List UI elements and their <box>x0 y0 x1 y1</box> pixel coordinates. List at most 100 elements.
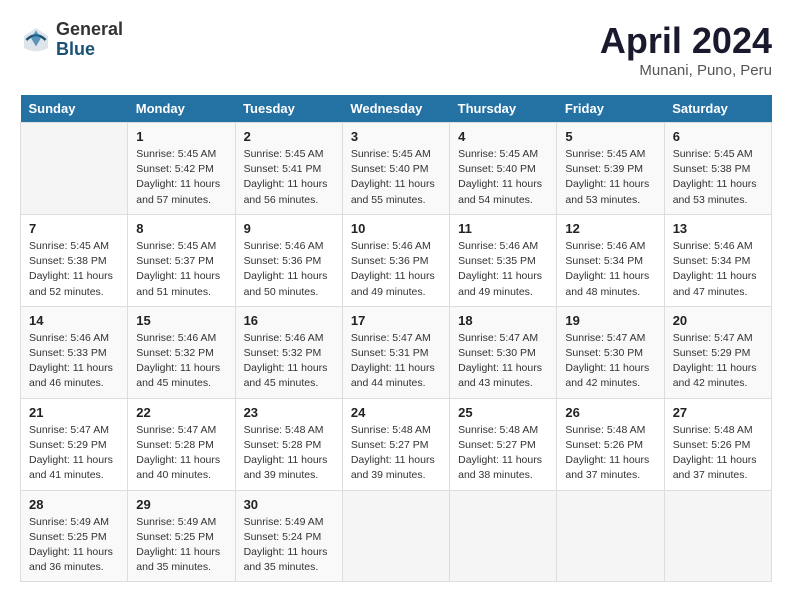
day-info: Sunrise: 5:45 AMSunset: 5:41 PMDaylight:… <box>244 147 334 208</box>
day-number: 18 <box>458 313 548 328</box>
day-info: Sunrise: 5:47 AMSunset: 5:28 PMDaylight:… <box>136 423 226 484</box>
calendar-cell: 20Sunrise: 5:47 AMSunset: 5:29 PMDayligh… <box>664 306 771 398</box>
calendar-cell: 29 Sunrise: 5:49 AMSunset: 5:25 PMDayligh… <box>128 490 235 582</box>
calendar-cell: 13 Sunrise: 5:46 AMSunset: 5:34 PMDayligh… <box>664 214 771 306</box>
day-number: 15 <box>136 313 226 328</box>
column-header-saturday: Saturday <box>664 95 771 123</box>
calendar-cell: 21Sunrise: 5:47 AMSunset: 5:29 PMDayligh… <box>21 398 128 490</box>
day-info: Sunrise: 5:46 AMSunset: 5:35 PMDaylight:… <box>458 239 548 300</box>
calendar-cell: 4Sunrise: 5:45 AMSunset: 5:40 PMDaylight… <box>450 123 557 215</box>
calendar-cell: 23 Sunrise: 5:48 AMSunset: 5:28 PMDayligh… <box>235 398 342 490</box>
calendar-cell: 7 Sunrise: 5:45 AMSunset: 5:38 PMDaylight… <box>21 214 128 306</box>
calendar-table: SundayMondayTuesdayWednesdayThursdayFrid… <box>20 95 772 582</box>
day-number: 23 <box>244 405 334 420</box>
logo: General Blue <box>20 20 123 60</box>
day-number: 14 <box>29 313 119 328</box>
calendar-cell: 15 Sunrise: 5:46 AMSunset: 5:32 PMDayligh… <box>128 306 235 398</box>
calendar-cell: 24 Sunrise: 5:48 AMSunset: 5:27 PMDayligh… <box>342 398 449 490</box>
day-number: 17 <box>351 313 441 328</box>
calendar-cell: 19 Sunrise: 5:47 AMSunset: 5:30 PMDayligh… <box>557 306 664 398</box>
column-header-thursday: Thursday <box>450 95 557 123</box>
day-info: Sunrise: 5:46 AMSunset: 5:36 PMDaylight:… <box>244 239 334 300</box>
day-info: Sunrise: 5:48 AMSunset: 5:27 PMDaylight:… <box>458 423 548 484</box>
day-number: 19 <box>565 313 655 328</box>
day-number: 3 <box>351 129 441 144</box>
calendar-cell: 9Sunrise: 5:46 AMSunset: 5:36 PMDaylight… <box>235 214 342 306</box>
day-number: 1 <box>136 129 226 144</box>
calendar-cell: 30 Sunrise: 5:49 AMSunset: 5:24 PMDayligh… <box>235 490 342 582</box>
day-info: Sunrise: 5:46 AMSunset: 5:32 PMDaylight:… <box>136 331 226 392</box>
calendar-cell: 12Sunrise: 5:46 AMSunset: 5:34 PMDayligh… <box>557 214 664 306</box>
logo-blue: Blue <box>56 40 123 60</box>
calendar-cell <box>450 490 557 582</box>
day-info: Sunrise: 5:49 AMSunset: 5:24 PMDaylight:… <box>244 515 334 576</box>
calendar-cell <box>21 123 128 215</box>
day-number: 22 <box>136 405 226 420</box>
day-info: Sunrise: 5:46 AMSunset: 5:32 PMDaylight:… <box>244 331 334 392</box>
calendar-cell: 11 Sunrise: 5:46 AMSunset: 5:35 PMDayligh… <box>450 214 557 306</box>
day-number: 2 <box>244 129 334 144</box>
day-info: Sunrise: 5:46 AMSunset: 5:34 PMDaylight:… <box>673 239 763 300</box>
page-header: General Blue April 2024 Munani, Puno, Pe… <box>20 20 772 79</box>
calendar-cell: 18 Sunrise: 5:47 AMSunset: 5:30 PMDayligh… <box>450 306 557 398</box>
day-info: Sunrise: 5:49 AMSunset: 5:25 PMDaylight:… <box>136 515 226 576</box>
day-number: 24 <box>351 405 441 420</box>
day-number: 8 <box>136 221 226 236</box>
day-info: Sunrise: 5:45 AMSunset: 5:40 PMDaylight:… <box>351 147 441 208</box>
day-info: Sunrise: 5:45 AMSunset: 5:38 PMDaylight:… <box>29 239 119 300</box>
calendar-cell: 5Sunrise: 5:45 AMSunset: 5:39 PMDaylight… <box>557 123 664 215</box>
calendar-week-row: 1 Sunrise: 5:45 AMSunset: 5:42 PMDaylight… <box>21 123 772 215</box>
day-info: Sunrise: 5:46 AMSunset: 5:36 PMDaylight:… <box>351 239 441 300</box>
column-header-monday: Monday <box>128 95 235 123</box>
calendar-cell: 14 Sunrise: 5:46 AMSunset: 5:33 PMDayligh… <box>21 306 128 398</box>
day-info: Sunrise: 5:49 AMSunset: 5:25 PMDaylight:… <box>29 515 119 576</box>
day-info: Sunrise: 5:48 AMSunset: 5:26 PMDaylight:… <box>565 423 655 484</box>
calendar-week-row: 14 Sunrise: 5:46 AMSunset: 5:33 PMDayligh… <box>21 306 772 398</box>
calendar-cell <box>664 490 771 582</box>
calendar-cell: 26 Sunrise: 5:48 AMSunset: 5:26 PMDayligh… <box>557 398 664 490</box>
calendar-cell: 28 Sunrise: 5:49 AMSunset: 5:25 PMDayligh… <box>21 490 128 582</box>
day-number: 20 <box>673 313 763 328</box>
calendar-cell: 8 Sunrise: 5:45 AMSunset: 5:37 PMDaylight… <box>128 214 235 306</box>
day-number: 7 <box>29 221 119 236</box>
day-number: 21 <box>29 405 119 420</box>
day-info: Sunrise: 5:47 AMSunset: 5:31 PMDaylight:… <box>351 331 441 392</box>
calendar-week-row: 7 Sunrise: 5:45 AMSunset: 5:38 PMDaylight… <box>21 214 772 306</box>
day-number: 4 <box>458 129 548 144</box>
day-number: 29 <box>136 497 226 512</box>
calendar-cell: 22 Sunrise: 5:47 AMSunset: 5:28 PMDayligh… <box>128 398 235 490</box>
day-number: 26 <box>565 405 655 420</box>
calendar-cell: 17 Sunrise: 5:47 AMSunset: 5:31 PMDayligh… <box>342 306 449 398</box>
calendar-cell: 6 Sunrise: 5:45 AMSunset: 5:38 PMDaylight… <box>664 123 771 215</box>
day-info: Sunrise: 5:48 AMSunset: 5:28 PMDaylight:… <box>244 423 334 484</box>
day-info: Sunrise: 5:48 AMSunset: 5:27 PMDaylight:… <box>351 423 441 484</box>
day-info: Sunrise: 5:45 AMSunset: 5:38 PMDaylight:… <box>673 147 763 208</box>
calendar-cell: 3 Sunrise: 5:45 AMSunset: 5:40 PMDaylight… <box>342 123 449 215</box>
day-info: Sunrise: 5:47 AMSunset: 5:30 PMDaylight:… <box>565 331 655 392</box>
calendar-cell: 1 Sunrise: 5:45 AMSunset: 5:42 PMDaylight… <box>128 123 235 215</box>
day-number: 12 <box>565 221 655 236</box>
logo-icon <box>20 24 52 56</box>
column-header-tuesday: Tuesday <box>235 95 342 123</box>
day-info: Sunrise: 5:46 AMSunset: 5:33 PMDaylight:… <box>29 331 119 392</box>
day-info: Sunrise: 5:47 AMSunset: 5:30 PMDaylight:… <box>458 331 548 392</box>
calendar-cell <box>342 490 449 582</box>
calendar-cell: 2 Sunrise: 5:45 AMSunset: 5:41 PMDaylight… <box>235 123 342 215</box>
month-year-title: April 2024 <box>600 20 772 62</box>
day-number: 28 <box>29 497 119 512</box>
calendar-week-row: 21Sunrise: 5:47 AMSunset: 5:29 PMDayligh… <box>21 398 772 490</box>
calendar-cell: 16Sunrise: 5:46 AMSunset: 5:32 PMDayligh… <box>235 306 342 398</box>
day-number: 30 <box>244 497 334 512</box>
day-number: 13 <box>673 221 763 236</box>
day-number: 6 <box>673 129 763 144</box>
day-number: 11 <box>458 221 548 236</box>
day-number: 5 <box>565 129 655 144</box>
day-number: 27 <box>673 405 763 420</box>
day-info: Sunrise: 5:45 AMSunset: 5:42 PMDaylight:… <box>136 147 226 208</box>
day-number: 25 <box>458 405 548 420</box>
calendar-cell: 10 Sunrise: 5:46 AMSunset: 5:36 PMDayligh… <box>342 214 449 306</box>
day-info: Sunrise: 5:45 AMSunset: 5:37 PMDaylight:… <box>136 239 226 300</box>
column-header-wednesday: Wednesday <box>342 95 449 123</box>
column-header-sunday: Sunday <box>21 95 128 123</box>
day-number: 10 <box>351 221 441 236</box>
